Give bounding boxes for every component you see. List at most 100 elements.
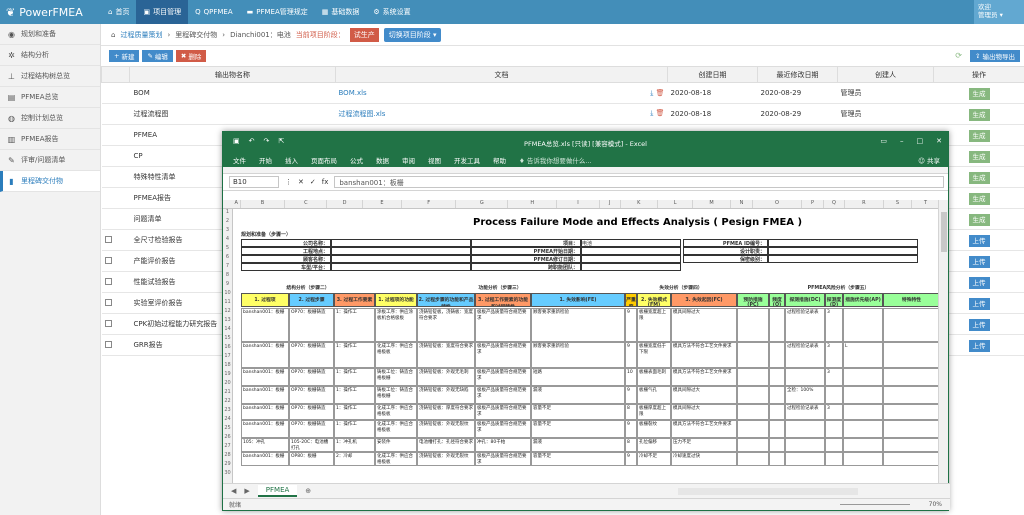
data-cell[interactable]: 板栅裂纹 — [637, 420, 671, 438]
delete-file-icon[interactable]: 🗑 — [656, 89, 665, 97]
data-cell[interactable]: 化成工序：供应合格极板 — [375, 342, 417, 368]
data-cell[interactable]: 9 — [625, 420, 637, 438]
data-cell[interactable]: 1：操作工 — [334, 308, 375, 342]
column-heading[interactable]: 3. 过程工作要素 — [334, 293, 375, 307]
sidebar-item-control-plan[interactable]: ◍ 控制计划总览 — [0, 108, 100, 129]
col-header-creator[interactable]: 创建人 — [837, 66, 934, 83]
row-number[interactable]: 6 — [223, 254, 232, 263]
column-header[interactable]: L — [658, 200, 694, 208]
breadcrumb-item-quality[interactable]: 过程质量策划 — [120, 30, 162, 40]
data-cell[interactable]: 105-20C：电池槽打孔 — [289, 438, 334, 452]
column-header[interactable]: C — [285, 200, 328, 208]
sidebar-item-pfmea-report[interactable]: ▥ PFMEA报告 — [0, 129, 100, 150]
switch-stage-button[interactable]: 切换项目阶段 ▾ — [383, 27, 442, 42]
data-cell[interactable]: 化成工序：供应合格极板 — [375, 420, 417, 438]
data-cell[interactable]: OP80：板栅 — [289, 452, 334, 466]
user-menu[interactable]: 欢迎 管理员 ▾ — [974, 0, 1024, 24]
tab-view[interactable]: 视图 — [428, 155, 441, 165]
empty-cell[interactable] — [769, 308, 785, 342]
row-number[interactable]: 17 — [223, 353, 232, 362]
column-heading[interactable]: 2. 过程步骤的功能和产品特性 — [417, 293, 475, 307]
column-heading[interactable]: 3. 失效起因(FC) — [671, 293, 737, 307]
data-cell[interactable]: 电池槽打孔：孔径符合要求 — [417, 438, 475, 452]
col-header-created[interactable]: 创建日期 — [667, 66, 758, 83]
data-cell[interactable]: 冷却速度过快 — [671, 452, 737, 466]
data-cell[interactable] — [843, 452, 883, 466]
document-link[interactable]: 过程流程图.xls — [339, 110, 386, 118]
form-value-cell[interactable] — [581, 255, 681, 263]
vertical-scrollbar[interactable] — [938, 200, 948, 484]
data-cell[interactable] — [843, 308, 883, 342]
row-action-button[interactable]: 生成 — [968, 214, 990, 226]
data-cell[interactable]: 9 — [625, 342, 637, 368]
data-cell[interactable]: 105：冲孔 — [241, 438, 289, 452]
data-cell[interactable]: 板栅宽度低于下限 — [637, 342, 671, 368]
empty-cell[interactable] — [769, 386, 785, 404]
data-cell[interactable]: 1：操作工 — [334, 386, 375, 404]
column-heading[interactable]: 1. 失效影响(FE) — [531, 293, 625, 307]
data-cell[interactable]: 1：冲孔机 — [334, 438, 375, 452]
column-heading[interactable]: 措施优先级(AP) — [843, 293, 883, 307]
tab-help[interactable]: 帮助 — [493, 155, 506, 165]
row-number[interactable]: 9 — [223, 281, 232, 290]
nav-system-settings[interactable]: ⚙ 系统设置 — [366, 0, 417, 24]
data-cell[interactable]: 极板产品质量符合规范要求 — [475, 386, 531, 404]
data-cell[interactable]: 9 — [625, 308, 637, 342]
column-header[interactable]: A — [233, 200, 241, 208]
column-header[interactable]: J — [600, 200, 621, 208]
data-cell[interactable]: OP70：板栅铸造 — [289, 404, 334, 420]
column-header[interactable]: E — [363, 200, 403, 208]
sidebar-item-structure-tree[interactable]: ⊥ 过程结构树总览 — [0, 66, 100, 87]
row-action-button[interactable]: 生成 — [968, 88, 990, 100]
data-cell[interactable]: 模具间隙过大 — [671, 308, 737, 342]
data-cell[interactable] — [843, 368, 883, 386]
form-value-cell[interactable] — [581, 247, 681, 255]
data-cell[interactable]: 浇铸铅锭板：外观无缺陷 — [417, 386, 475, 404]
fx-icon[interactable]: fx — [322, 178, 329, 186]
scroll-thumb[interactable] — [941, 212, 947, 252]
row-checkbox[interactable] — [104, 256, 112, 264]
maximize-icon[interactable]: □ — [917, 137, 924, 145]
minimize-icon[interactable]: – — [900, 137, 904, 145]
data-cell[interactable]: 1：操作工 — [334, 368, 375, 386]
data-cell[interactable]: 模具间隙过大 — [671, 404, 737, 420]
data-cell[interactable]: banshan001：板栅 — [241, 386, 289, 404]
delete-file-icon[interactable]: 🗑 — [656, 109, 665, 117]
add-sheet-icon[interactable]: ⊕ — [305, 487, 311, 495]
document-link[interactable]: BOM.xls — [339, 89, 367, 97]
column-heading[interactable]: 1. 过程项 — [241, 293, 289, 307]
data-cell[interactable] — [825, 438, 843, 452]
data-cell[interactable]: 板栅宽度超上限 — [637, 308, 671, 342]
data-cell[interactable]: 板栅表面毛刺 — [637, 368, 671, 386]
row-action-button[interactable]: 生成 — [968, 109, 990, 121]
refresh-icon[interactable]: ⟳ — [955, 51, 962, 60]
data-cell[interactable]: 安装件 — [375, 438, 417, 452]
nav-qpfmea[interactable]: Q QPFMEA — [188, 0, 240, 24]
app-logo[interactable]: ❦ PowerFMEA — [0, 0, 101, 24]
new-button[interactable]: + 新建 — [109, 50, 140, 62]
column-header[interactable]: T — [912, 200, 940, 208]
data-cell[interactable]: 3 — [825, 342, 843, 368]
row-number[interactable]: 5 — [223, 245, 232, 254]
data-cell[interactable]: 8 — [625, 438, 637, 452]
row-checkbox[interactable] — [104, 298, 112, 306]
sidebar-item-milestone[interactable]: ▮ 里程碑交付物 — [0, 171, 100, 192]
row-action-button[interactable]: 上传 — [968, 235, 990, 247]
empty-cell[interactable] — [769, 368, 785, 386]
row-number[interactable]: 23 — [223, 407, 232, 416]
nav-project-management[interactable]: ▣ 项目管理 — [136, 0, 189, 24]
data-cell[interactable]: 顾客要求重新检验 — [531, 308, 625, 342]
column-header[interactable]: D — [327, 200, 363, 208]
data-cell[interactable] — [825, 386, 843, 404]
column-header[interactable]: F — [402, 200, 457, 208]
data-cell[interactable]: OP70：板栅铸造 — [289, 308, 334, 342]
row-action-button[interactable]: 生成 — [968, 151, 990, 163]
data-cell[interactable]: 铸板工位：铸造合格板栅 — [375, 386, 417, 404]
empty-cell[interactable] — [737, 404, 769, 420]
row-number[interactable]: 26 — [223, 434, 232, 443]
form-value-cell[interactable] — [331, 239, 471, 247]
empty-cell[interactable] — [883, 368, 940, 386]
data-cell[interactable]: OP70：板栅铸造 — [289, 386, 334, 404]
row-number[interactable]: 12 — [223, 308, 232, 317]
data-cell[interactable]: 压力不足 — [671, 438, 737, 452]
